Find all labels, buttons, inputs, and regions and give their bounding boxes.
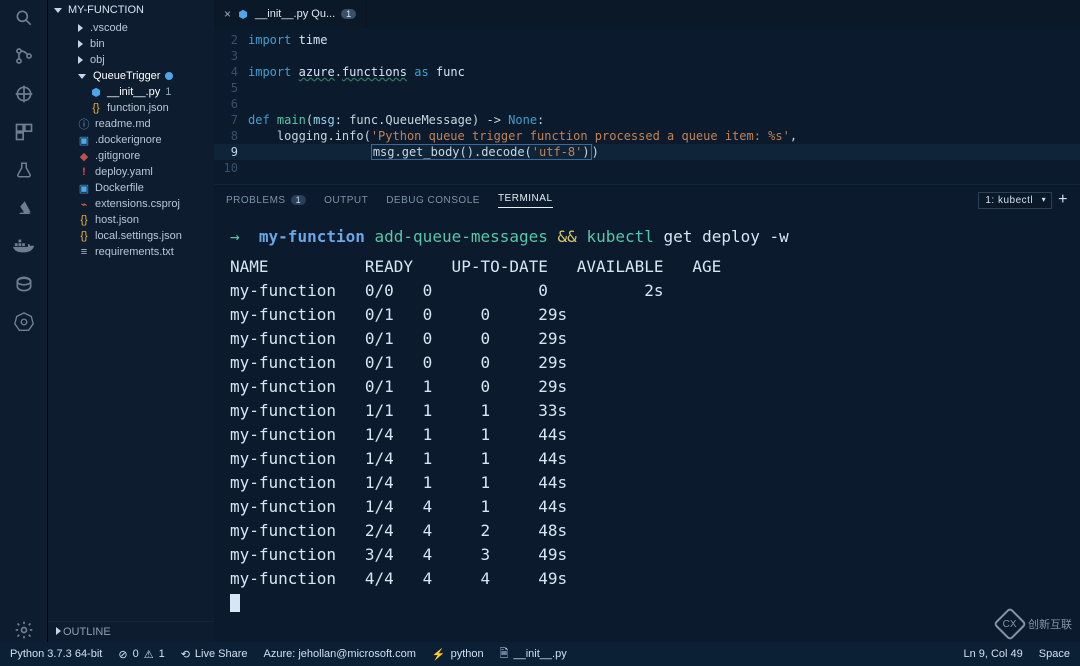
status-liveshare[interactable]: ⟲Live Share	[181, 648, 248, 661]
tab-init-py[interactable]: × ⬢ __init__.py Qu... 1	[214, 0, 367, 28]
new-terminal-button[interactable]: +	[1058, 191, 1068, 209]
tree-item-bin[interactable]: bin	[48, 36, 214, 52]
terminal-prompt: → my-function add-queue-messages && kube…	[230, 225, 1064, 249]
error-icon: ⊘	[118, 648, 127, 661]
table-row: my-function 1/4 1 1 44s	[230, 423, 1064, 447]
status-bar: Python 3.7.3 64-bit ⊘0 ⚠1 ⟲Live Share Az…	[0, 642, 1080, 666]
sidebar-explorer: MY-FUNCTION .vscodebinobjQueueTrigger ⬢_…	[48, 0, 214, 642]
panel-tab-problems[interactable]: PROBLEMS1	[226, 193, 306, 208]
source-control-icon[interactable]	[12, 44, 36, 68]
code-line[interactable]: 3	[214, 48, 1080, 64]
editor-tabs: × ⬢ __init__.py Qu... 1	[214, 0, 1080, 28]
table-row: my-function 2/4 4 2 48s	[230, 519, 1064, 543]
panel-tab-terminal[interactable]: TERMINAL	[498, 193, 553, 208]
broadcast-icon: ⟲	[181, 648, 190, 661]
code-line[interactable]: 5	[214, 80, 1080, 96]
table-row: my-function 0/0 0 0 2s	[230, 279, 1064, 303]
activity-bar	[0, 0, 48, 642]
tab-label: __init__.py Qu...	[255, 8, 335, 20]
project-root[interactable]: MY-FUNCTION	[48, 0, 214, 20]
debug-icon[interactable]	[12, 82, 36, 106]
panel-tabs: PROBLEMS1 OUTPUT DEBUG CONSOLE TERMINAL 1: …	[214, 185, 1080, 215]
tree-item-extensions-csproj[interactable]: ⌁extensions.csproj	[48, 196, 214, 212]
terminal-cursor	[230, 594, 240, 612]
terminal[interactable]: → my-function add-queue-messages && kube…	[214, 215, 1080, 642]
warning-icon: ⚠	[144, 648, 154, 661]
code-line[interactable]: 4import azure.functions as func	[214, 64, 1080, 80]
table-row: my-function 0/1 0 0 29s	[230, 351, 1064, 375]
prompt-arrow-icon: →	[230, 227, 240, 246]
tree-item-readme-md[interactable]: ⓘreadme.md	[48, 116, 214, 132]
kubernetes-icon[interactable]	[12, 310, 36, 334]
watermark-text: 创新互联	[1028, 616, 1072, 632]
status-problems[interactable]: ⊘0 ⚠1	[118, 648, 164, 661]
status-indent[interactable]: Space	[1039, 648, 1070, 660]
zap-icon: ⚡	[432, 648, 446, 661]
code-line[interactable]: 2import time	[214, 32, 1080, 48]
terminal-selector[interactable]: 1: kubectl	[978, 192, 1052, 209]
tree-item--gitignore[interactable]: ◆.gitignore	[48, 148, 214, 164]
project-name: MY-FUNCTION	[68, 4, 144, 16]
status-language[interactable]: ⚡python	[432, 648, 484, 661]
search-icon[interactable]	[12, 6, 36, 30]
tree-item-queuetrigger[interactable]: QueueTrigger	[48, 68, 214, 84]
code-editor[interactable]: 2import time34import azure.functions as …	[214, 28, 1080, 184]
beaker-icon[interactable]	[12, 158, 36, 182]
code-line[interactable]: 9 msg.get_body().decode('utf-8'))	[214, 144, 1080, 160]
status-file[interactable]: 🗎__init__.py	[500, 645, 567, 664]
table-row: my-function 1/4 1 1 44s	[230, 471, 1064, 495]
code-line[interactable]: 8 logging.info('Python queue trigger fun…	[214, 128, 1080, 144]
modified-dot-icon	[165, 72, 173, 80]
code-line[interactable]: 10	[214, 160, 1080, 176]
table-row: my-function 0/1 1 0 29s	[230, 375, 1064, 399]
table-row: my-function 3/4 4 3 49s	[230, 543, 1064, 567]
status-python-version[interactable]: Python 3.7.3 64-bit	[10, 648, 102, 660]
outline-section[interactable]: OUTLINE	[48, 621, 214, 642]
tree-item-function-json[interactable]: {}function.json	[48, 100, 214, 116]
table-row: my-function 1/1 1 1 33s	[230, 399, 1064, 423]
tree-item--vscode[interactable]: .vscode	[48, 20, 214, 36]
tree-item-requirements-txt[interactable]: ≡requirements.txt	[48, 244, 214, 260]
docker-brand-icon[interactable]	[12, 234, 36, 258]
table-row: my-function 4/4 4 4 49s	[230, 567, 1064, 591]
azure-icon[interactable]	[12, 196, 36, 220]
watermark-logo-icon: CX	[993, 607, 1027, 641]
table-header: NAME READY UP-TO-DATE AVAILABLE AGE	[230, 255, 1064, 279]
tree-item-host-json[interactable]: {}host.json	[48, 212, 214, 228]
tree-item--init-py[interactable]: ⬢__init__.py 1	[48, 84, 214, 100]
python-icon: ⬢	[237, 8, 249, 20]
tree-item-deploy-yaml[interactable]: !deploy.yaml	[48, 164, 214, 180]
watermark: CX 创新互联	[998, 612, 1072, 636]
tree-item-obj[interactable]: obj	[48, 52, 214, 68]
tree-item-dockerfile[interactable]: ▣Dockerfile	[48, 180, 214, 196]
close-icon[interactable]: ×	[224, 7, 231, 21]
table-row: my-function 1/4 1 1 44s	[230, 447, 1064, 471]
tree-item--dockerignore[interactable]: ▣.dockerignore	[48, 132, 214, 148]
code-line[interactable]: 7def main(msg: func.QueueMessage) -> Non…	[214, 112, 1080, 128]
container-icon[interactable]	[12, 272, 36, 296]
table-row: my-function 0/1 0 0 29s	[230, 303, 1064, 327]
tree-item-local-settings-json[interactable]: {}local.settings.json	[48, 228, 214, 244]
prompt-cwd: my-function	[259, 227, 365, 246]
table-row: my-function 1/4 4 1 44s	[230, 495, 1064, 519]
tab-problem-badge: 1	[341, 9, 356, 19]
panel-tab-debug-console[interactable]: DEBUG CONSOLE	[386, 193, 480, 208]
status-cursor-pos[interactable]: Ln 9, Col 49	[963, 648, 1022, 660]
table-row: my-function 0/1 0 0 29s	[230, 327, 1064, 351]
file-icon: 🗎	[500, 645, 509, 664]
panel-tab-output[interactable]: OUTPUT	[324, 193, 368, 208]
problem-count-badge: 1	[291, 195, 307, 205]
status-azure-account[interactable]: Azure: jehollan@microsoft.com	[264, 648, 416, 660]
settings-gear-icon[interactable]	[12, 618, 36, 642]
extensions-icon[interactable]	[12, 120, 36, 144]
code-line[interactable]: 6	[214, 96, 1080, 112]
